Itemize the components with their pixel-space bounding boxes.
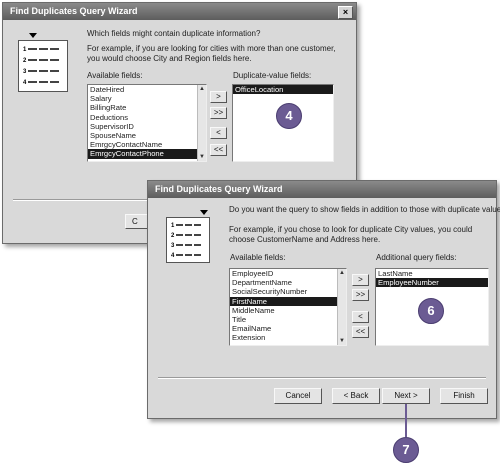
list-item[interactable]: DepartmentName [230,278,346,287]
list-item[interactable]: Salary [88,94,206,103]
additional-example: For example, if you chose to look for du… [229,225,473,244]
move-one-button[interactable]: > [352,274,369,286]
wizard-grid-graphic: 1 2 3 4 [166,217,210,263]
list-item[interactable]: MiddleName [230,306,346,315]
remove-one-button[interactable]: < [210,127,227,139]
list-item-selected[interactable]: EmployeeNumber [376,278,488,288]
list-item[interactable]: DateHired [88,85,206,94]
scrollbar[interactable]: ▲ ▼ [197,85,206,161]
step-4-callout: 4 [276,103,302,129]
remove-one-button[interactable]: < [352,311,369,323]
list-item-selected[interactable]: OfficeLocation [233,85,333,95]
scroll-down-icon[interactable]: ▼ [198,153,206,161]
finish-button[interactable]: Finish [440,388,488,404]
scroll-up-icon[interactable]: ▲ [198,85,206,93]
next-button[interactable]: Next > [382,388,430,404]
duplicate-example: For example, if you are looking for citi… [87,44,336,63]
list-item[interactable]: EmployeeID [230,269,346,278]
close-icon[interactable]: × [338,6,353,19]
step-7-callout: 7 [393,437,419,463]
list-item-selected[interactable]: FirstName [230,296,346,306]
cancel-button-partial[interactable]: C [125,214,149,229]
move-all-button[interactable]: >> [352,289,369,301]
divider [158,377,486,379]
list-item[interactable]: SocialSecurityNumber [230,287,346,296]
list-item[interactable]: LastName [376,269,488,278]
list-item[interactable]: Deductions [88,113,206,122]
move-one-button[interactable]: > [210,91,227,103]
list-item[interactable]: EmailName [230,324,346,333]
step-6-callout: 6 [418,298,444,324]
move-all-button[interactable]: >> [210,107,227,119]
available-fields-list[interactable]: EmployeeID DepartmentName SocialSecurity… [229,268,347,346]
additional-fields-label: Additional query fields: [376,253,457,262]
grid-arrow-icon [29,33,37,38]
list-item[interactable]: Extension [230,333,346,342]
available-fields-label: Available fields: [87,71,143,80]
remove-all-button[interactable]: << [352,326,369,338]
available-fields-list[interactable]: DateHired Salary BillingRate Deductions … [87,84,207,162]
available-fields-label: Available fields: [230,253,286,262]
divider [13,199,148,201]
grid-arrow-icon [200,210,208,215]
duplicates-wizard-dialog-2: Find Duplicates Query Wizard 1 2 3 4 Do … [147,180,500,419]
dialog-1-titlebar[interactable]: Find Duplicates Query Wizard [3,3,356,20]
duplicate-fields-label: Duplicate-value fields: [233,71,312,80]
list-item[interactable]: SpouseName [88,131,206,140]
list-item-selected[interactable]: EmrgcyContactPhone [88,149,206,159]
list-item[interactable]: Title [230,315,346,324]
list-item[interactable]: SupervisorID [88,122,206,131]
scroll-down-icon[interactable]: ▼ [338,337,346,345]
scrollbar[interactable]: ▲ ▼ [337,269,346,345]
cancel-button[interactable]: Cancel [274,388,322,404]
wizard-grid-graphic: 1 2 3 4 [18,40,68,92]
back-button[interactable]: < Back [332,388,380,404]
additional-question: Do you want the query to show fields in … [229,205,500,214]
list-item[interactable]: EmrgcyContactName [88,140,206,149]
list-item[interactable]: BillingRate [88,103,206,112]
scroll-up-icon[interactable]: ▲ [338,269,346,277]
dialog-2-title: Find Duplicates Query Wizard [155,184,283,194]
dialog-2-titlebar[interactable]: Find Duplicates Query Wizard [148,181,496,198]
duplicate-question: Which fields might contain duplicate inf… [87,29,261,38]
remove-all-button[interactable]: << [210,144,227,156]
dialog-1-title: Find Duplicates Query Wizard [10,6,138,16]
callout-leader-line [405,404,407,437]
